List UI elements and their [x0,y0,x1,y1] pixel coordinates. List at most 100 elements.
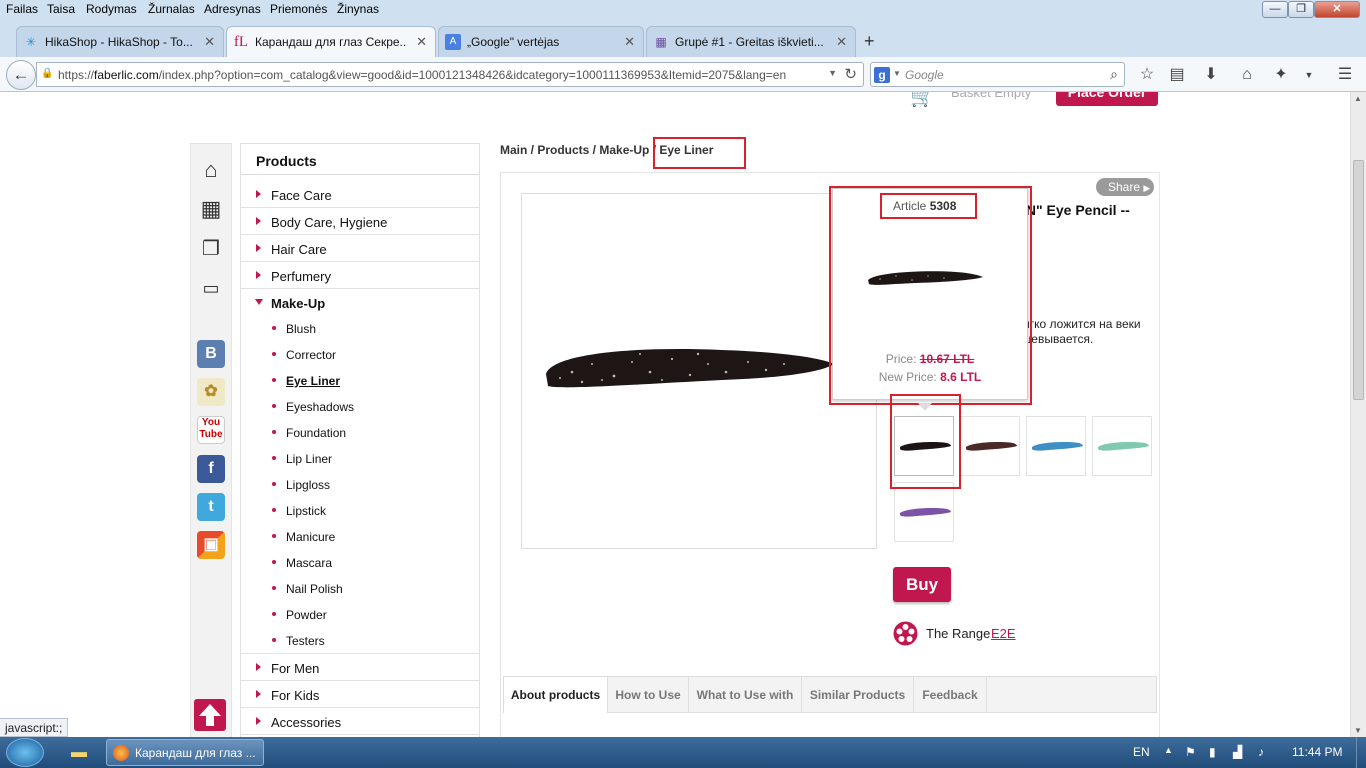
close-tab-icon[interactable]: ✕ [624,34,635,50]
firefox-task-button[interactable]: Карандаш для глаз ... [106,739,264,766]
share-button[interactable]: Share ▶ [1096,178,1154,196]
close-window-button[interactable]: ✕ [1314,1,1360,18]
menu-view[interactable]: Rodymas [86,2,137,16]
monitor-icon[interactable]: ▭ [197,274,225,302]
home-icon[interactable]: ⌂ [197,156,225,184]
menu-bookmarks[interactable]: Adresynas [204,2,261,16]
show-desktop-button[interactable] [1356,737,1366,768]
search-bar[interactable]: g ▼ Google ⌕ [870,62,1125,87]
bookmarks-list-icon[interactable]: ▤ [1166,65,1188,85]
category-for-kids[interactable]: For Kids [241,681,479,708]
addon-icon[interactable]: ✦ [1270,65,1292,85]
start-button[interactable] [6,738,44,767]
scroll-to-top-button[interactable] [194,699,226,731]
scroll-up-icon[interactable]: ▲ [1354,94,1362,103]
google-translate-icon: A [445,34,461,50]
basket-status[interactable]: Basket Empty [951,92,1031,100]
menu-file[interactable]: Failas [6,2,38,16]
category-for-men[interactable]: For Men [241,654,479,681]
category-hair-care[interactable]: Hair Care [241,235,479,262]
copy-icon[interactable]: ❐ [197,235,225,263]
bookmark-star-icon[interactable]: ☆ [1136,65,1158,85]
url-bar[interactable]: 🔒 https://faberlic.com/index.php?option=… [36,62,864,87]
subcategory-foundation[interactable]: Foundation [241,420,479,446]
search-input[interactable]: Google [905,68,944,82]
language-indicator[interactable]: EN [1133,745,1150,759]
volume-icon[interactable]: ♪ [1258,745,1264,759]
scroll-thumb[interactable] [1353,160,1364,400]
cart-icon[interactable]: 🛒 [910,92,938,110]
subcategory-eyeshadows[interactable]: Eyeshadows [241,394,479,420]
subcategory-mascara[interactable]: Mascara [241,550,479,576]
subcategory-corrector[interactable]: Corrector [241,342,479,368]
menu-edit[interactable]: Taisa [47,2,75,16]
color-variant-thumb[interactable] [894,482,954,542]
chevron-down-icon[interactable]: ▼ [1298,65,1320,85]
search-icon[interactable]: ⌕ [1110,66,1118,83]
maximize-button[interactable]: ❐ [1288,1,1314,18]
product-main-image[interactable] [521,193,877,549]
vk-icon[interactable]: B [197,340,225,368]
clock[interactable]: 11:44 PM [1292,745,1342,759]
subcategory-eye-liner[interactable]: Eye Liner [241,368,479,394]
tab-hikashop[interactable]: ✳ HikaShop - HikaShop - To... ✕ [16,26,224,57]
category-perfumery[interactable]: Perfumery [241,262,479,289]
tab-how-to-use[interactable]: How to Use [608,677,689,713]
tab-faberlic[interactable]: fL Карандаш для глаз Секре... ✕ [226,26,436,57]
new-tab-button[interactable]: + [864,31,875,52]
category-face-care[interactable]: Face Care [241,181,479,208]
back-button[interactable]: ← [6,60,36,90]
menu-icon[interactable]: ☰ [1334,65,1356,85]
subcategory-testers[interactable]: Testers [241,628,479,654]
twitter-icon[interactable]: t [197,493,225,521]
subcategory-lipgloss[interactable]: Lipgloss [241,472,479,498]
color-variant-thumb[interactable] [1026,416,1086,476]
tray-expand-icon[interactable]: ▲ [1164,745,1173,755]
close-tab-icon[interactable]: ✕ [416,34,427,50]
task-label: Карандаш для глаз ... [135,746,256,760]
subcategory-powder[interactable]: Powder [241,602,479,628]
subcategory-nail-polish[interactable]: Nail Polish [241,576,479,602]
youtube-icon[interactable]: You Tube [197,416,225,444]
menu-history[interactable]: Žurnalas [148,2,195,16]
folder-icon[interactable]: ▬ [58,739,100,766]
chevron-down-icon[interactable]: ▼ [828,68,837,78]
category-body-care[interactable]: Body Care, Hygiene [241,208,479,235]
home-icon[interactable]: ⌂ [1236,65,1258,85]
network-error-icon[interactable]: ⚑ [1185,745,1196,759]
menu-tools[interactable]: Priemonės [270,2,327,16]
color-variant-thumb[interactable] [960,416,1020,476]
tab-google-translate[interactable]: A „Google" vertėjas ✕ [438,26,644,57]
buy-button[interactable]: Buy [893,567,951,602]
scroll-down-icon[interactable]: ▼ [1354,726,1362,735]
power-icon[interactable]: ▮ [1209,745,1216,759]
people-icon[interactable]: ✿ [197,378,225,406]
tab-similar-products[interactable]: Similar Products [802,677,914,713]
facebook-icon[interactable]: f [197,455,225,483]
tab-feedback[interactable]: Feedback [914,677,987,713]
subcategory-manicure[interactable]: Manicure [241,524,479,550]
chevron-down-icon[interactable]: ▼ [893,69,901,78]
download-icon[interactable]: ⬇ [1200,65,1222,85]
url-text[interactable]: https://faberlic.com/index.php?option=co… [58,68,786,82]
tab-group[interactable]: ▦ Grupė #1 - Greitas iškvieti... ✕ [646,26,856,57]
place-order-button[interactable]: Place Order [1056,92,1158,106]
subcategory-lipstick[interactable]: Lipstick [241,498,479,524]
table-icon[interactable]: ▦ [197,195,225,223]
close-tab-icon[interactable]: ✕ [204,34,215,50]
close-tab-icon[interactable]: ✕ [836,34,847,50]
reload-icon[interactable]: ↻ [844,65,857,83]
color-variant-thumb[interactable] [1092,416,1152,476]
range-link[interactable]: E2E [991,626,1016,641]
subcategory-blush[interactable]: Blush [241,316,479,342]
subcategory-lip-liner[interactable]: Lip Liner [241,446,479,472]
page-scrollbar[interactable]: ▲ ▼ [1350,92,1366,737]
tab-about-products[interactable]: About products [504,677,608,713]
menu-help[interactable]: Žinynas [337,2,379,16]
category-accessories[interactable]: Accessories [241,708,479,735]
category-make-up[interactable]: Make-Up [241,289,479,316]
minimize-button[interactable]: — [1262,1,1288,18]
mail-ru-icon[interactable]: ▣ [197,531,225,559]
tab-what-to-use-with[interactable]: What to Use with [689,677,802,713]
signal-icon[interactable]: ▟ [1233,745,1242,759]
